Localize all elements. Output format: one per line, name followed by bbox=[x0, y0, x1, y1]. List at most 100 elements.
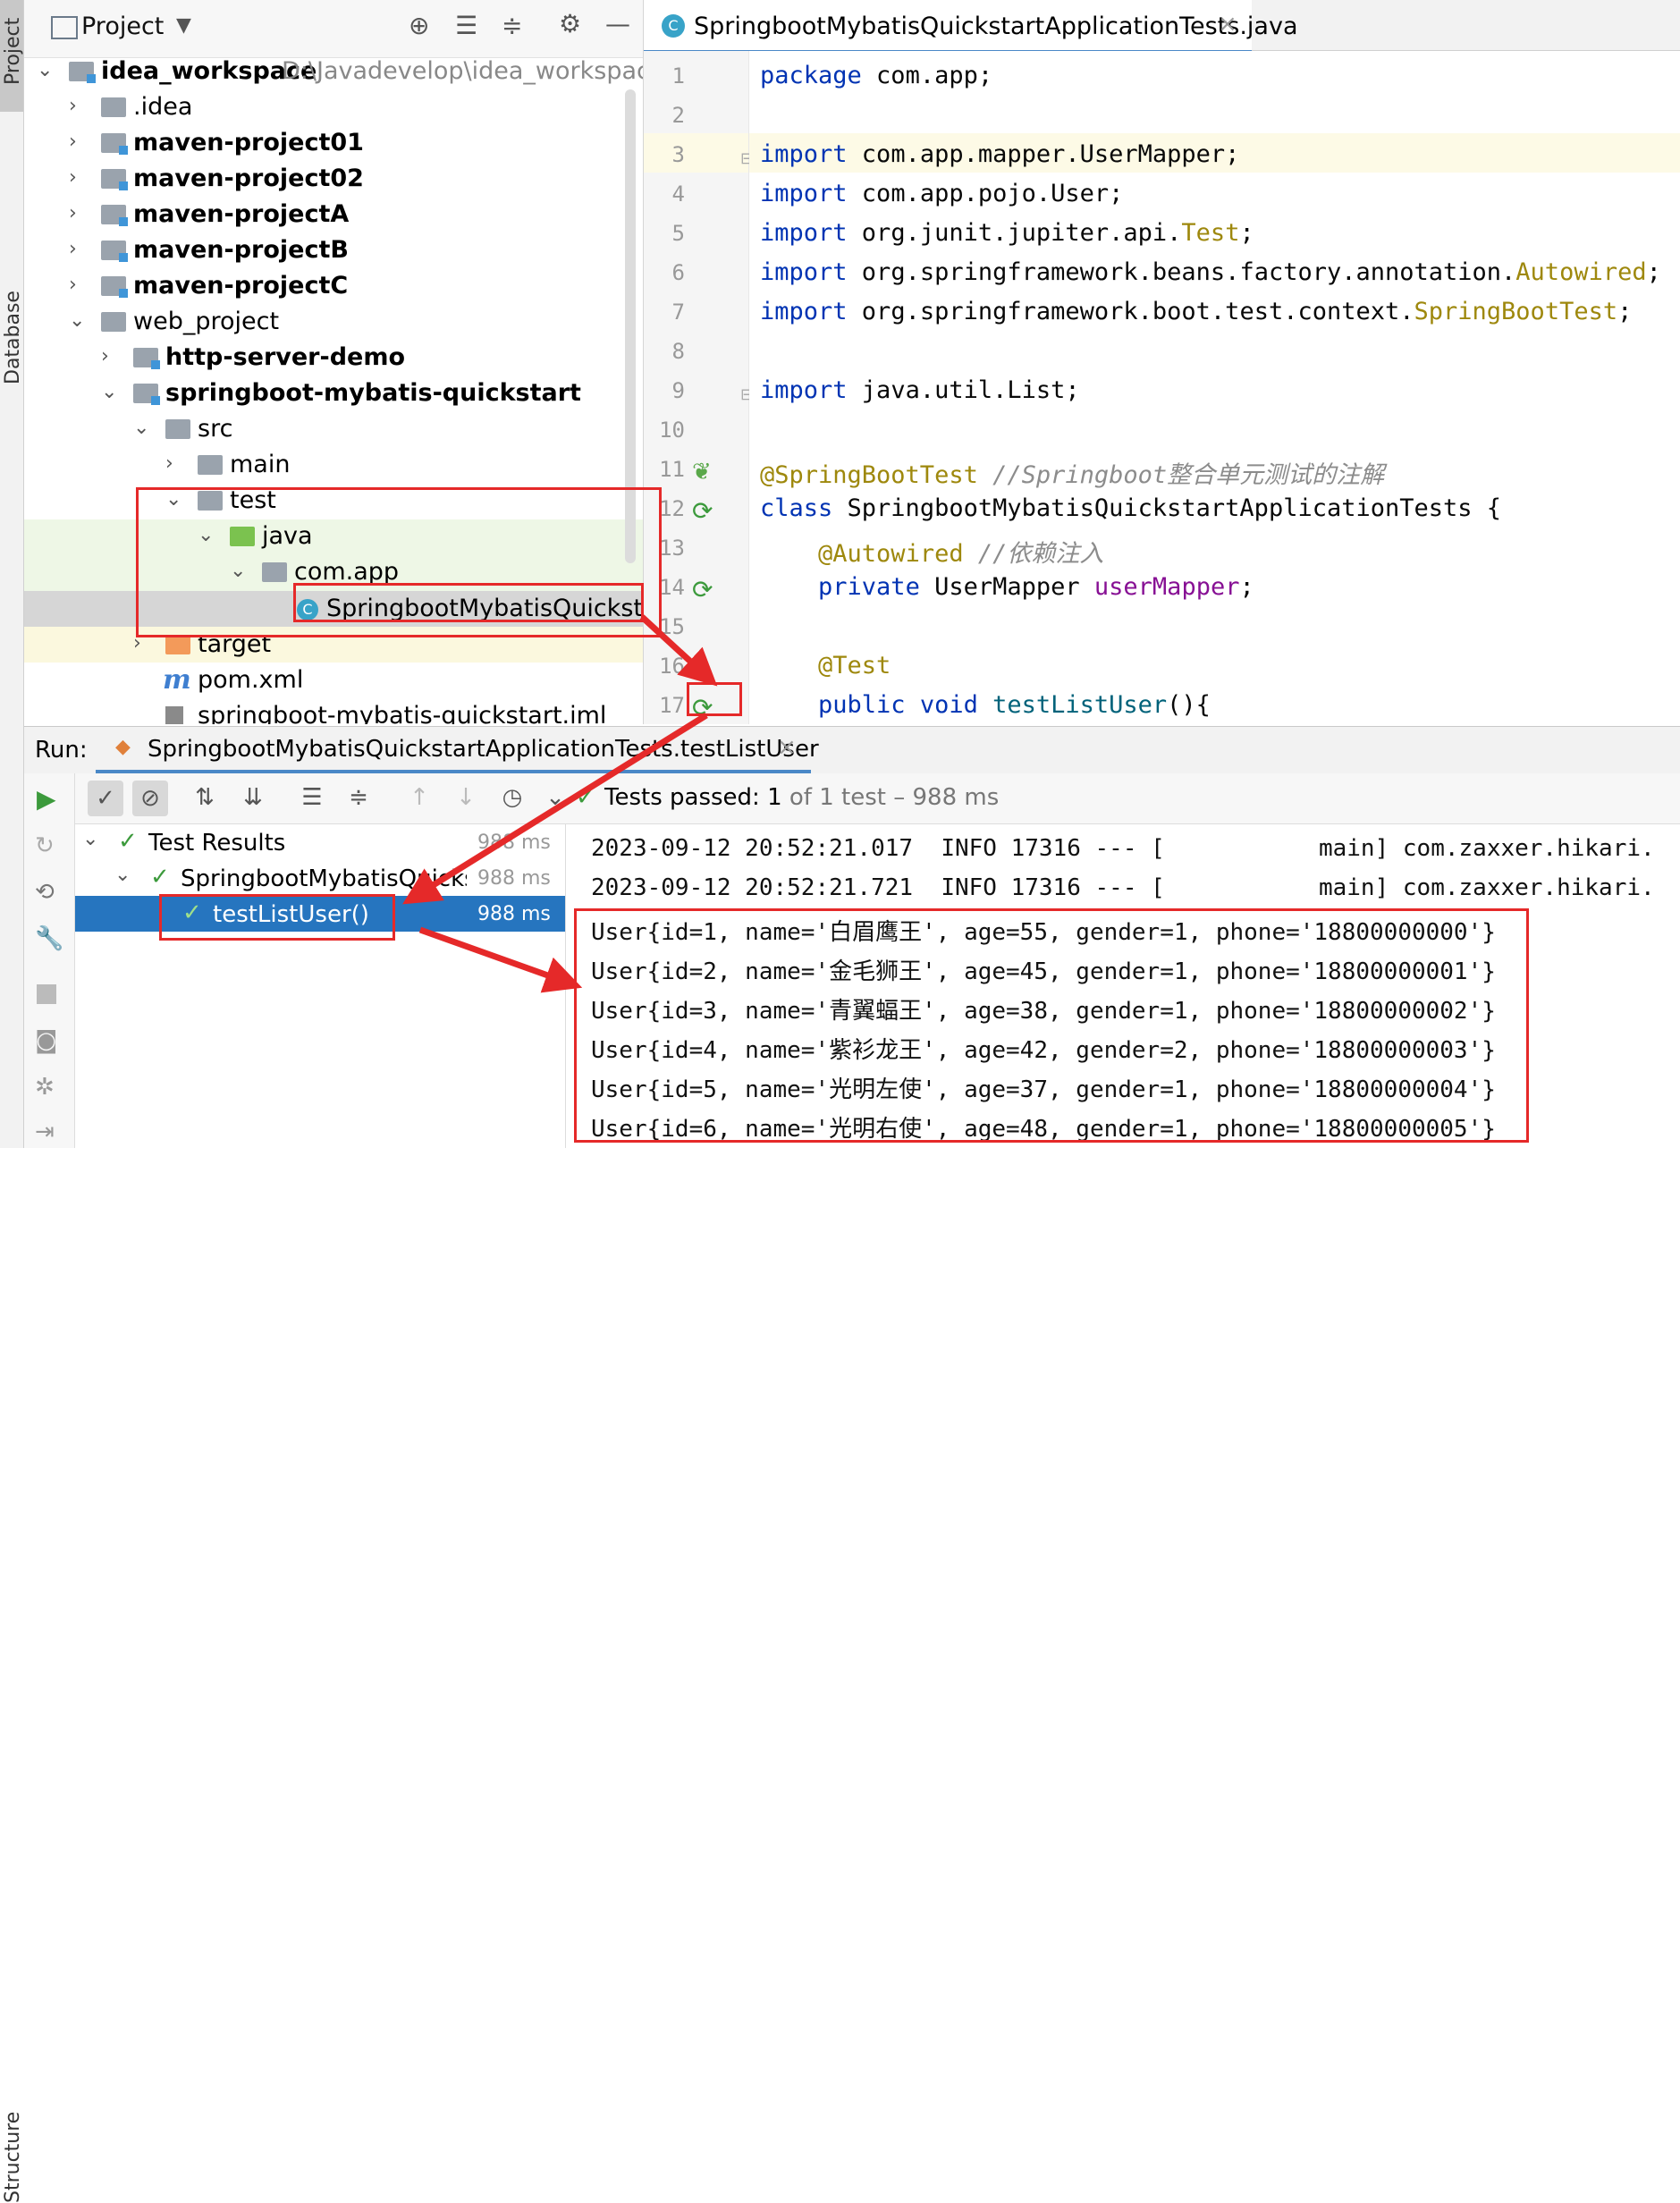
stop-icon[interactable] bbox=[37, 984, 56, 1004]
code-line-1: package com.app; bbox=[760, 62, 993, 89]
expand-all-icon[interactable]: ☰ bbox=[455, 11, 477, 40]
minimize-icon[interactable]: — bbox=[605, 9, 630, 38]
tree-item-label: src bbox=[198, 415, 233, 443]
previous-test-icon[interactable]: ↑ bbox=[404, 784, 435, 811]
chevron-down-icon[interactable]: ⌄ bbox=[37, 59, 53, 81]
tree-item-label: pom.xml bbox=[198, 666, 304, 694]
sort-alpha-icon[interactable]: ⇅ bbox=[190, 784, 220, 811]
module-folder-icon bbox=[101, 169, 128, 190]
code-line-3: import com.app.mapper.UserMapper; bbox=[760, 140, 1240, 168]
expand-all-icon[interactable]: ☰ bbox=[297, 784, 327, 811]
close-icon[interactable]: × bbox=[777, 734, 797, 761]
module-folder-icon bbox=[133, 348, 160, 369]
show-ignored-icon[interactable]: ⊘ bbox=[132, 781, 168, 816]
sort-duration-icon[interactable]: ⇊ bbox=[238, 784, 268, 811]
bean-navigate-icon[interactable]: ⟳ bbox=[692, 575, 713, 604]
editor-tab-active[interactable]: C SpringbootMybatisQuickstartApplication… bbox=[644, 0, 1298, 54]
chevron-right-icon[interactable]: › bbox=[69, 202, 77, 224]
collapse-all-icon[interactable]: ≑ bbox=[502, 11, 522, 40]
collapse-all-icon[interactable]: ≑ bbox=[343, 784, 374, 811]
database-tool-tab[interactable]: Database bbox=[0, 143, 24, 384]
line-number: 16 bbox=[659, 654, 685, 679]
line-number: 6 bbox=[671, 260, 685, 285]
tree-item-springboot-mybatis-quickstart[interactable]: ⌄ springboot-mybatis-quickstart bbox=[24, 376, 643, 411]
chevron-down-icon[interactable]: ⌄ bbox=[540, 784, 570, 811]
tree-item-http-server-demo[interactable]: › http-server-demo bbox=[24, 340, 643, 376]
next-test-icon[interactable]: ↓ bbox=[451, 784, 481, 811]
tree-item-test-class[interactable]: ⌄ ✓ SpringbootMybatisQuickstart 988 ms bbox=[75, 860, 565, 896]
code-line-12: class SpringbootMybatisQuickstartApplica… bbox=[760, 494, 1502, 522]
tree-item-main[interactable]: › main bbox=[24, 447, 643, 483]
toggle-auto-test-icon[interactable]: ⟲ bbox=[35, 879, 55, 906]
tree-item-label: maven-project01 bbox=[133, 129, 364, 156]
chevron-down-icon[interactable]: ⌄ bbox=[101, 381, 117, 403]
tree-item-label: maven-projectC bbox=[133, 272, 349, 300]
run-panel-header: Run: ◆ SpringbootMybatisQuickstartApplic… bbox=[24, 726, 1680, 774]
project-tool-tab[interactable]: Project bbox=[0, 0, 24, 112]
code-line-14: private UserMapper userMapper; bbox=[818, 573, 1254, 601]
tree-item-maven-project02[interactable]: › maven-project02 bbox=[24, 161, 643, 197]
line-number: 7 bbox=[671, 300, 685, 325]
tool-window-strip: Project Database Structure bbox=[0, 0, 24, 2203]
chevron-right-icon[interactable]: › bbox=[101, 345, 109, 367]
line-number: 5 bbox=[671, 221, 685, 246]
tree-item-maven-projectC[interactable]: › maven-projectC bbox=[24, 268, 643, 304]
tree-item-label: http-server-demo bbox=[165, 343, 406, 371]
chevron-right-icon[interactable]: › bbox=[69, 238, 77, 260]
rerun-icon[interactable]: ▶ bbox=[37, 784, 56, 814]
database-tool-label: Database bbox=[2, 291, 24, 384]
code-editor[interactable]: package com.app; import com.app.mapper.U… bbox=[749, 51, 1680, 724]
tree-item-maven-projectB[interactable]: › maven-projectB bbox=[24, 232, 643, 268]
tree-item-idea-workspace[interactable]: ⌄ idea_workspace D:\Javadevelop\idea_wor… bbox=[24, 54, 643, 89]
chevron-right-icon[interactable]: › bbox=[69, 95, 77, 117]
folder-icon bbox=[165, 419, 190, 439]
chevron-down-icon[interactable]: ⌄ bbox=[133, 417, 149, 439]
chevron-right-icon[interactable]: › bbox=[69, 166, 77, 189]
tree-item-test-results[interactable]: ⌄ ✓ Test Results 988 ms bbox=[75, 824, 565, 860]
module-folder-icon bbox=[133, 384, 160, 405]
run-test-icon[interactable]: ⟳ bbox=[692, 496, 713, 526]
project-panel-title[interactable]: Project bbox=[81, 13, 164, 40]
tree-item-maven-project01[interactable]: › maven-project01 bbox=[24, 125, 643, 161]
wrench-icon[interactable]: 🔧 bbox=[35, 925, 63, 952]
exit-icon[interactable]: ⇥ bbox=[35, 1118, 55, 1145]
locate-icon[interactable]: ⊕ bbox=[409, 11, 429, 40]
tree-item-pom-xml[interactable]: m pom.xml bbox=[24, 663, 643, 698]
gear-icon[interactable]: ⚙ bbox=[559, 9, 581, 38]
history-icon[interactable]: ◷ bbox=[497, 784, 528, 811]
project-tool-label: Project bbox=[2, 17, 24, 85]
chevron-right-icon[interactable]: › bbox=[69, 131, 77, 153]
code-line-13: @Autowired //依赖注入 bbox=[818, 540, 1104, 568]
tree-item-iml[interactable]: springboot-mybatis-quickstart.iml bbox=[24, 698, 643, 724]
tree-item-web-project[interactable]: ⌄ web_project bbox=[24, 304, 643, 340]
chevron-down-icon[interactable]: ▼ bbox=[176, 14, 191, 37]
camera-icon[interactable]: ◙ bbox=[35, 1027, 57, 1054]
line-number: 1 bbox=[671, 63, 685, 89]
tree-item-label: maven-projectB bbox=[133, 236, 349, 264]
spring-leaf-icon[interactable]: ❦ bbox=[692, 459, 712, 485]
tree-item-maven-projectA[interactable]: › maven-projectA bbox=[24, 197, 643, 232]
folder-icon bbox=[101, 312, 126, 332]
console-line: 2023-09-12 20:52:21.721 INFO 17316 --- [… bbox=[591, 874, 1655, 901]
code-line-7: import org.springframework.boot.test.con… bbox=[760, 298, 1633, 325]
code-line-16: @Test bbox=[818, 652, 891, 679]
tree-item-src[interactable]: ⌄ src bbox=[24, 411, 643, 447]
show-passed-icon[interactable]: ✓ bbox=[88, 781, 123, 816]
editor-tab-label: SpringbootMybatisQuickstartApplicationTe… bbox=[694, 13, 1298, 40]
chevron-right-icon[interactable]: › bbox=[69, 274, 77, 296]
project-panel-header: Project ▼ ⊕ ☰ ≑ ⚙ — bbox=[24, 0, 643, 58]
rerun-failed-icon[interactable]: ↻ bbox=[35, 832, 55, 859]
run-side-toolbar: ▶ ↻ ⟲ 🔧 ◙ ✲ ⇥ bbox=[24, 773, 75, 1148]
chevron-down-icon[interactable]: ⌄ bbox=[82, 828, 98, 850]
chevron-down-icon[interactable]: ⌄ bbox=[69, 309, 85, 332]
chevron-down-icon[interactable]: ⌄ bbox=[114, 864, 131, 886]
test-results-tree: ⌄ ✓ Test Results 988 ms ⌄ ✓ SpringbootMy… bbox=[75, 824, 566, 1148]
module-folder-icon bbox=[101, 205, 128, 226]
chevron-right-icon[interactable]: › bbox=[165, 452, 173, 475]
run-tab[interactable]: ◆ SpringbootMybatisQuickstartApplication… bbox=[96, 727, 819, 773]
tree-item-idea[interactable]: › .idea bbox=[24, 89, 643, 125]
close-icon[interactable]: × bbox=[1218, 11, 1237, 38]
structure-tool-tab[interactable]: Structure bbox=[0, 1055, 24, 2203]
annotation-box-run-icon bbox=[687, 682, 742, 716]
settings-icon[interactable]: ✲ bbox=[35, 1074, 55, 1101]
